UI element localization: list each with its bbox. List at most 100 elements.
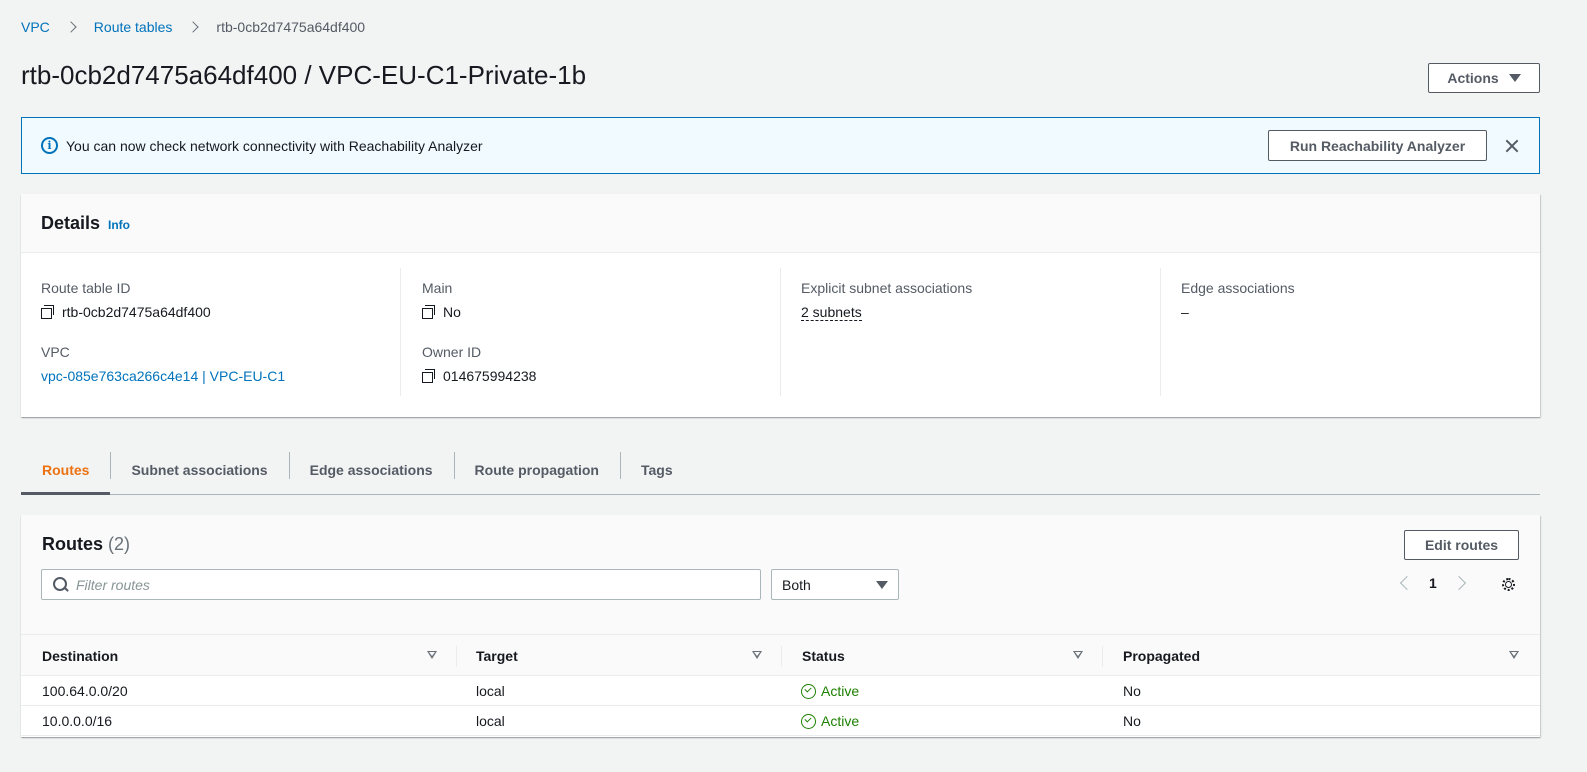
details-column-4: Edge associations – — [1160, 268, 1540, 396]
column-header-status[interactable]: Status — [802, 635, 845, 676]
caret-down-icon — [1508, 74, 1521, 82]
check-circle-icon — [801, 713, 816, 729]
sort-status[interactable] — [1073, 635, 1083, 676]
sort-triangle-icon — [1073, 651, 1083, 659]
owner-id-label: Owner ID — [422, 344, 482, 360]
details-column-2: Main No Owner ID 014675994238 — [400, 268, 780, 396]
details-title: Details — [41, 213, 101, 233]
copy-icon[interactable] — [422, 305, 436, 319]
tab-tags[interactable]: Tags — [619, 445, 694, 494]
details-column-3: Explicit subnet associations 2 subnets — [780, 268, 1160, 396]
sort-destination[interactable] — [427, 635, 437, 676]
status-text: Active — [821, 683, 860, 699]
gear-icon[interactable] — [1500, 576, 1517, 593]
edge-associations-value: – — [1181, 304, 1189, 320]
flash-message: You can now check network connectivity w… — [66, 138, 483, 154]
cell-propagated: No — [1123, 713, 1141, 729]
tab-routes[interactable]: Routes — [21, 445, 111, 495]
filter-routes-field — [41, 569, 761, 600]
gear-icon-hub — [1505, 581, 1512, 588]
check-circle-icon — [801, 683, 816, 699]
close-icon[interactable] — [1500, 134, 1524, 158]
details-info-link[interactable]: Info — [108, 218, 130, 232]
tab-edge-associations[interactable]: Edge associations — [288, 445, 454, 494]
vpc-label: VPC — [41, 344, 70, 360]
vpc-link[interactable]: vpc-085e763ca266c4e14 | VPC-EU-C1 — [41, 368, 285, 384]
column-divider — [1102, 646, 1103, 667]
column-header-label: Propagated — [1123, 647, 1201, 664]
route-table-id-value: rtb-0cb2d7475a64df400 — [41, 304, 211, 320]
column-header-label: Status — [802, 647, 845, 664]
table-row[interactable]: 10.0.0.0/16 local Active No — [21, 706, 1540, 736]
tab-route-propagation[interactable]: Route propagation — [453, 445, 620, 494]
page-title: rtb-0cb2d7475a64df400 / VPC-EU-C1-Privat… — [21, 60, 587, 90]
actions-button[interactable]: Actions — [1428, 63, 1540, 93]
sort-target[interactable] — [752, 635, 762, 676]
reachability-flash-banner: i You can now check network connectivity… — [21, 117, 1540, 174]
route-table-id-text: rtb-0cb2d7475a64df400 — [62, 304, 211, 320]
explicit-subnet-associations-label: Explicit subnet associations — [801, 280, 973, 296]
cell-destination: 10.0.0.0/16 — [42, 713, 113, 729]
main-text: No — [443, 304, 461, 320]
page-number[interactable]: 1 — [1429, 575, 1437, 591]
column-header-label: Target — [476, 647, 518, 664]
chevron-right-icon — [186, 19, 202, 35]
status-text: Active — [821, 713, 860, 729]
breadcrumb-current: rtb-0cb2d7475a64df400 — [216, 19, 366, 35]
info-icon: i — [41, 137, 58, 154]
breadcrumb-vpc[interactable]: VPC — [21, 19, 50, 35]
edge-associations-label: Edge associations — [1181, 280, 1295, 296]
chevron-right-icon — [64, 19, 80, 35]
routes-panel: Routes (2) Edit routes Both 1 Destinatio… — [21, 515, 1540, 737]
routes-title-text: Routes — [42, 534, 104, 554]
copy-icon[interactable] — [422, 369, 436, 383]
route-type-select[interactable]: Both — [771, 569, 899, 600]
column-header-label: Destination — [42, 647, 119, 664]
tab-subnet-associations[interactable]: Subnet associations — [110, 445, 288, 494]
run-reachability-analyzer-button[interactable]: Run Reachability Analyzer — [1268, 130, 1487, 161]
details-panel: Details Info Route table ID rtb-0cb2d747… — [21, 194, 1540, 417]
actions-button-label: Actions — [1447, 70, 1499, 86]
cell-destination: 100.64.0.0/20 — [42, 683, 128, 699]
route-type-select-value: Both — [782, 577, 811, 593]
pagination: 1 — [1394, 573, 1470, 595]
table-header: Destination Target Status Propagated — [21, 634, 1540, 676]
column-header-target[interactable]: Target — [476, 635, 518, 676]
routes-title: Routes (2) — [42, 534, 130, 555]
explicit-subnet-associations-value: 2 subnets — [801, 304, 862, 321]
cell-target: local — [476, 713, 505, 729]
cell-status: Active — [801, 713, 859, 729]
details-header: Details Info — [21, 194, 1540, 253]
tab-bar: Routes Subnet associations Edge associat… — [21, 445, 1540, 495]
cell-propagated: No — [1123, 683, 1141, 699]
sort-triangle-icon — [427, 651, 437, 659]
column-header-destination[interactable]: Destination — [42, 635, 118, 676]
owner-id-value: 014675994238 — [422, 368, 536, 384]
sort-propagated[interactable] — [1509, 635, 1519, 676]
copy-icon[interactable] — [41, 305, 55, 319]
routes-count: (2) — [108, 534, 131, 554]
main-value: No — [422, 304, 461, 320]
column-divider — [456, 646, 457, 667]
sort-triangle-icon — [752, 651, 762, 659]
column-header-propagated[interactable]: Propagated — [1123, 635, 1200, 676]
filter-routes-input[interactable] — [76, 570, 746, 599]
sort-triangle-icon — [1509, 651, 1519, 659]
owner-id-text: 014675994238 — [443, 368, 537, 384]
route-table-id-label: Route table ID — [41, 280, 131, 296]
breadcrumb: VPC Route tables rtb-0cb2d7475a64df400 — [21, 19, 365, 35]
search-icon — [53, 577, 67, 591]
caret-down-icon — [876, 581, 888, 589]
details-column-1: Route table ID rtb-0cb2d7475a64df400 VPC… — [41, 268, 401, 396]
chevron-left-icon[interactable] — [1399, 575, 1415, 591]
column-divider — [781, 646, 782, 667]
breadcrumb-route-tables[interactable]: Route tables — [94, 19, 173, 35]
explicit-subnets-popover[interactable]: 2 subnets — [801, 304, 862, 321]
chevron-right-icon[interactable] — [1451, 575, 1467, 591]
edit-routes-button[interactable]: Edit routes — [1404, 530, 1519, 560]
main-label: Main — [422, 280, 453, 296]
routes-header: Routes (2) Edit routes Both 1 — [21, 515, 1540, 634]
cell-target: local — [476, 683, 505, 699]
cell-status: Active — [801, 683, 859, 699]
table-row[interactable]: 100.64.0.0/20 local Active No — [21, 676, 1540, 706]
